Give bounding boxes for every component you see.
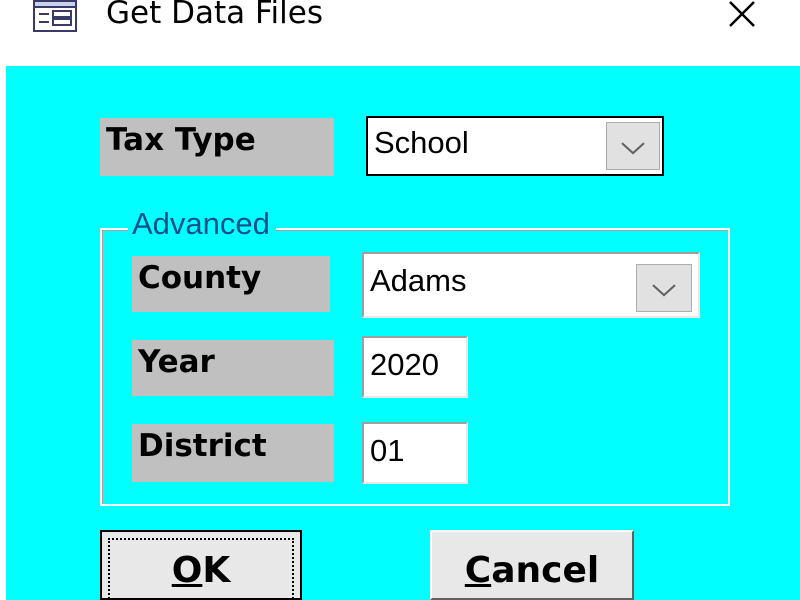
- close-button[interactable]: [718, 0, 772, 34]
- chevron-down-icon: [621, 142, 645, 155]
- cancel-mnemonic: C: [464, 550, 492, 591]
- year-label-text: Year: [138, 344, 215, 380]
- county-combobox[interactable]: Adams: [362, 252, 700, 318]
- district-input[interactable]: 01: [362, 422, 468, 484]
- form-window-icon: [33, 0, 77, 34]
- county-label: County: [132, 256, 330, 312]
- tax-type-selected-value: School: [374, 125, 469, 160]
- ok-label-rest: K: [202, 550, 231, 591]
- tax-type-label: Tax Type: [100, 118, 334, 176]
- cancel-button-label: Cancel: [432, 550, 632, 592]
- title-bar[interactable]: Get Data Files: [0, 0, 800, 66]
- get-data-files-dialog: Get Data Files Tax Type School Advanced …: [0, 0, 800, 600]
- cancel-label-rest: ancel: [491, 550, 600, 591]
- county-label-text: County: [138, 260, 262, 296]
- ok-mnemonic: O: [171, 550, 203, 591]
- close-icon: [729, 1, 755, 27]
- year-label: Year: [132, 340, 334, 396]
- tax-type-combobox[interactable]: School: [366, 116, 664, 176]
- chevron-down-icon: [652, 284, 676, 297]
- ok-button[interactable]: OK: [100, 530, 302, 600]
- advanced-group-legend: Advanced: [128, 204, 276, 244]
- cancel-button[interactable]: Cancel: [430, 530, 634, 600]
- window-title: Get Data Files: [106, 0, 323, 31]
- tax-type-label-text: Tax Type: [106, 122, 256, 158]
- district-label-text: District: [138, 428, 267, 464]
- district-label: District: [132, 424, 334, 482]
- county-dropdown-button[interactable]: [636, 264, 692, 312]
- county-selected-value: Adams: [370, 263, 467, 298]
- year-input[interactable]: 2020: [362, 336, 468, 398]
- ok-button-label: OK: [102, 550, 300, 592]
- tax-type-dropdown-button[interactable]: [606, 122, 660, 170]
